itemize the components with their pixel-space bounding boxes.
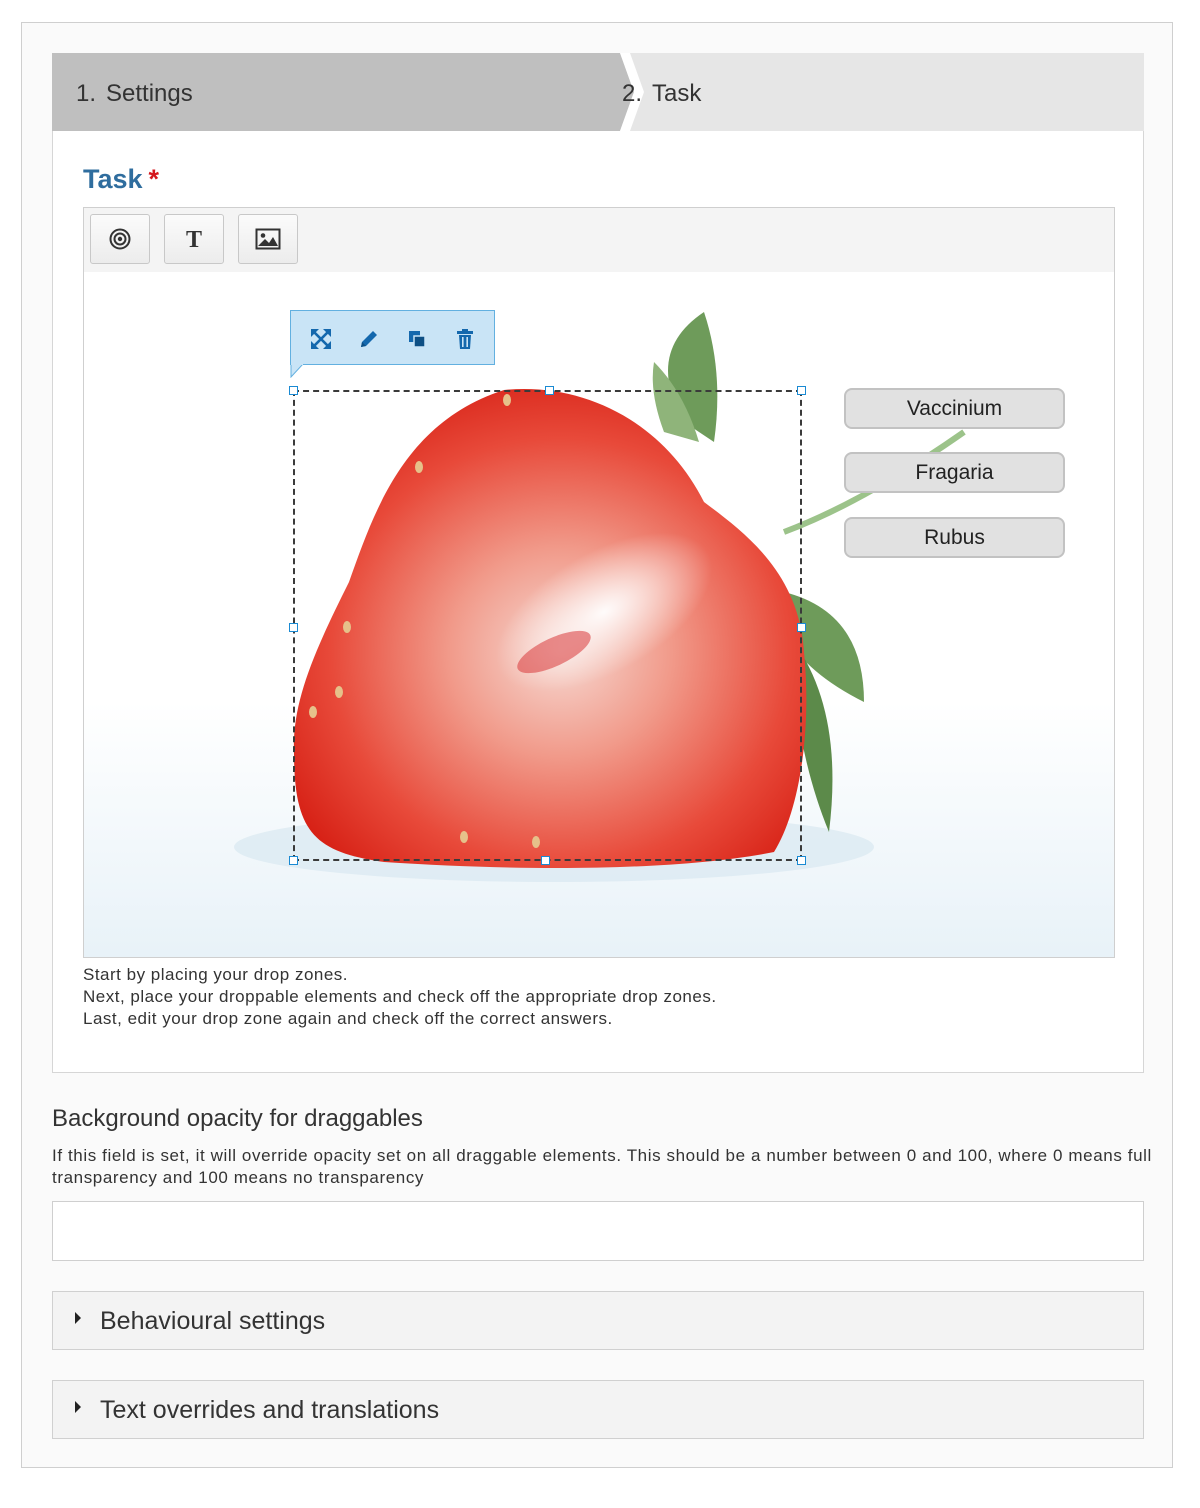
resize-handle-top-right[interactable] [797,386,806,395]
caret-right-icon [75,1312,81,1324]
resize-handle-bottom-right[interactable] [797,856,806,865]
resize-handle-bottom[interactable] [541,856,550,865]
task-title-text: Task [83,164,143,194]
delete-button[interactable] [453,327,477,351]
tab-task-text: Task [652,80,702,107]
opacity-field-label: Background opacity for draggables [52,1105,423,1132]
help-line: Start by placing your drop zones. [83,965,349,984]
tab-settings-label[interactable]: 1. Settings [76,80,193,108]
draggable-item[interactable]: Rubus [844,517,1065,558]
help-line: Last, edit your drop zone again and chec… [83,1009,613,1028]
add-dropzone-button[interactable] [90,214,150,264]
svg-text:T: T [186,227,202,251]
help-line: Next, place your droppable elements and … [83,987,717,1006]
wizard-steps: 1. Settings 2. Task [52,53,1144,131]
image-icon [255,228,281,250]
tab-settings-text: Settings [106,80,193,107]
caret-right-icon [75,1401,81,1413]
edit-button[interactable] [357,327,381,351]
resize-handle-top[interactable] [545,386,554,395]
pencil-icon [361,331,377,347]
tab-task-number: 2. [622,80,643,107]
text-T-icon: T [186,227,202,251]
resize-handle-left[interactable] [289,623,298,632]
task-heading: Task * [83,164,159,195]
expand-icon [311,329,331,349]
opacity-field-description: If this field is set, it will override o… [52,1146,1152,1187]
drop-zone-selected[interactable] [293,390,802,861]
dropzone-context-toolbar [290,310,495,365]
tab-task-label[interactable]: 2. Task [622,80,701,108]
section-label: Behavioural settings [100,1307,326,1335]
add-text-button[interactable]: T [164,214,224,264]
expand-button[interactable] [309,327,333,351]
dropzone-toolbar-pointer [290,364,304,378]
opacity-input[interactable] [52,1201,1144,1261]
editor-toolbar: T [84,208,1114,273]
behavioural-settings-section[interactable]: Behavioural settings [52,1291,1144,1350]
layers-icon [409,331,426,348]
required-mark: * [148,164,160,194]
tab-settings-number: 1. [76,80,97,107]
dropzone-target-icon [109,228,131,250]
resize-handle-bottom-left[interactable] [289,856,298,865]
resize-handle-right[interactable] [797,623,806,632]
trash-icon [457,329,473,349]
section-label: Text overrides and translations [100,1396,440,1424]
draggable-item[interactable]: Vaccinium [844,388,1065,429]
bring-to-front-button[interactable] [405,327,429,351]
draggable-item[interactable]: Fragaria [844,452,1065,493]
text-overrides-section[interactable]: Text overrides and translations [52,1380,1144,1439]
resize-handle-top-left[interactable] [289,386,298,395]
task-help-text: Start by placing your drop zones. Next, … [83,964,717,1030]
add-image-button[interactable] [238,214,298,264]
